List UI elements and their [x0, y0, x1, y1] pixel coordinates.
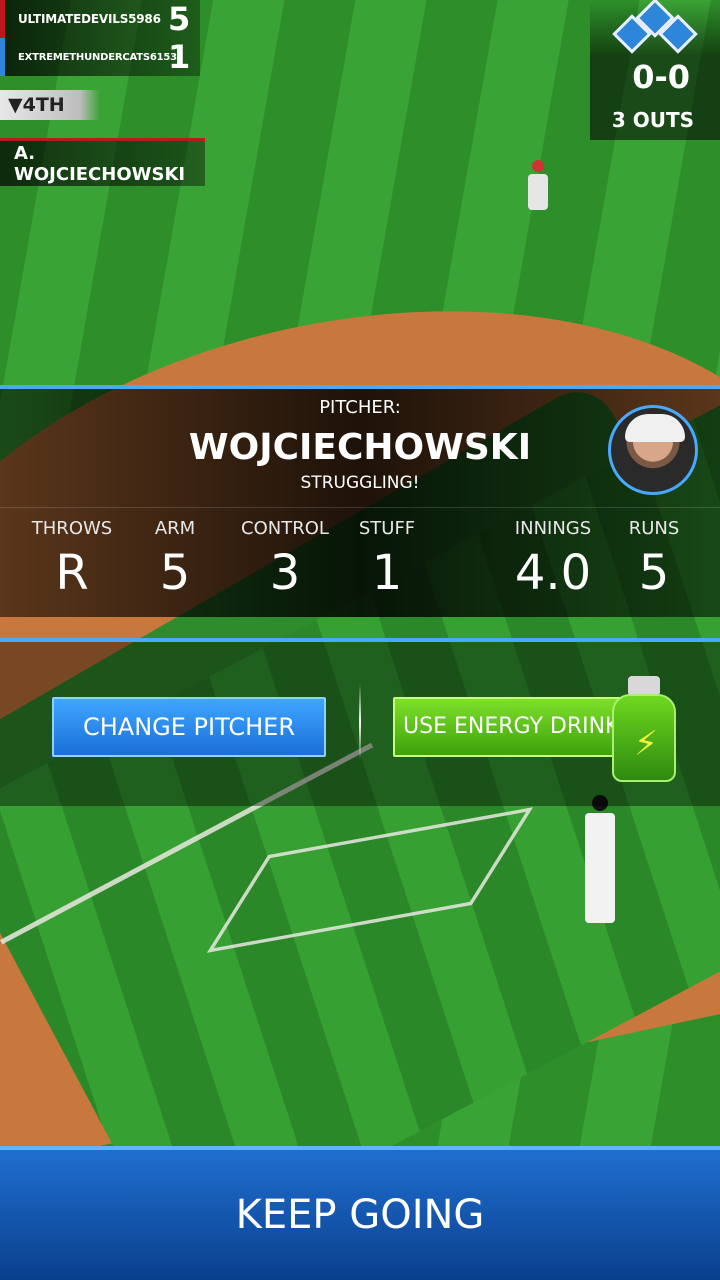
team-color-bar: [0, 0, 5, 38]
pitcher-stats: THROWS R ARM 5 CONTROL 3 STUFF 1 INNINGS…: [0, 507, 720, 617]
stat-value: 5: [638, 545, 670, 601]
action-divider: [359, 684, 361, 760]
team-score: 5: [168, 0, 191, 38]
bases-diamond-icon: [612, 0, 698, 54]
inning-indicator: ▼4TH: [0, 90, 100, 120]
stat-label: INNINGS: [514, 518, 592, 539]
stat-innings: INNINGS 4.0: [508, 518, 598, 601]
current-batter: A. WOJCIECHOWSKI: [0, 138, 205, 186]
ball-strike-count: 0-0: [632, 58, 690, 96]
stat-label: RUNS: [628, 518, 680, 539]
change-pitcher-button[interactable]: CHANGE PITCHER: [52, 697, 326, 757]
team-score: 1: [168, 38, 191, 76]
keep-going-button[interactable]: KEEP GOING: [0, 1146, 720, 1280]
stat-value: 5: [159, 545, 191, 601]
energy-drink-icon[interactable]: ⚡: [612, 676, 676, 782]
stat-label: ARM: [154, 518, 196, 539]
team-color-bar: [0, 38, 5, 76]
team-row-away: ULTIMATEDEVILS5986 5: [0, 0, 200, 38]
count-panel: 0-0 3 OUTS: [590, 0, 720, 140]
stat-throws: THROWS R: [30, 518, 114, 601]
team-name: ULTIMATEDEVILS5986: [18, 12, 161, 26]
stat-stuff: STUFF 1: [352, 518, 422, 601]
pitcher-status: STRUGGLING!: [300, 473, 420, 493]
keep-going-label: KEEP GOING: [235, 1192, 485, 1238]
outs-count: 3 OUTS: [611, 108, 694, 132]
pitcher-panel: PITCHER: WOJCIECHOWSKI STRUGGLING! THROW…: [0, 385, 720, 617]
stat-arm: ARM 5: [140, 518, 210, 601]
stat-control: CONTROL 3: [236, 518, 334, 601]
pitcher-actions: CHANGE PITCHER USE ENERGY DRINK ⚡: [0, 638, 720, 806]
stat-value: 3: [269, 545, 301, 601]
stat-label: THROWS: [31, 518, 113, 539]
use-energy-drink-button[interactable]: USE ENERGY DRINK: [393, 697, 628, 757]
pitcher-avatar: [608, 405, 698, 495]
stat-label: CONTROL: [241, 518, 329, 539]
base-runner-player: [585, 795, 615, 923]
stat-runs: RUNS 5: [622, 518, 686, 601]
stat-value: 1: [371, 545, 403, 601]
outfielder-player: [528, 160, 548, 210]
team-row-home: EXTREMETHUNDERCATS6153 1: [0, 38, 200, 76]
stat-label: STUFF: [358, 518, 416, 539]
scoreboard: ULTIMATEDEVILS5986 5 EXTREMETHUNDERCATS6…: [0, 0, 200, 76]
team-name: EXTREMETHUNDERCATS6153: [18, 51, 177, 63]
pitcher-label: PITCHER:: [319, 397, 401, 418]
stat-value: 4.0: [514, 545, 592, 601]
stat-value: R: [55, 545, 89, 601]
